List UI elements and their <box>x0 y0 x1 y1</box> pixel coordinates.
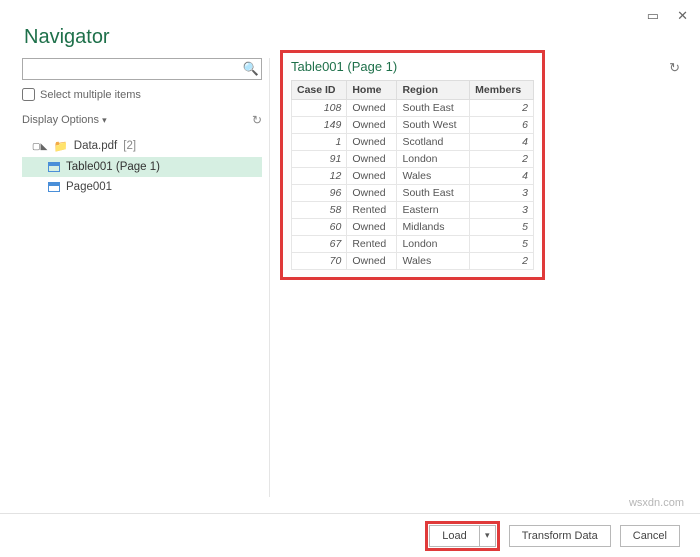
load-button-group: Load ▾ <box>425 521 499 551</box>
select-multiple-checkbox[interactable]: Select multiple items <box>22 88 262 101</box>
table-cell: Owned <box>347 100 397 117</box>
table-cell: 5 <box>470 219 534 236</box>
table-cell: Owned <box>347 168 397 185</box>
search-input-container[interactable]: 🔍 <box>22 58 262 80</box>
table-cell: Eastern <box>397 202 470 219</box>
tree-item-table001[interactable]: Table001 (Page 1) <box>22 157 262 177</box>
load-button[interactable]: Load <box>429 525 479 547</box>
preview-table: Case IDHomeRegionMembers 108OwnedSouth E… <box>291 80 534 270</box>
table-cell: 12 <box>292 168 347 185</box>
tree-item-label: Page001 <box>66 181 112 193</box>
table-cell: London <box>397 151 470 168</box>
table-cell: 2 <box>470 151 534 168</box>
table-row[interactable]: 67RentedLondon5 <box>292 236 534 253</box>
pane-divider <box>269 58 270 497</box>
tree-root-datapdf[interactable]: ▢◣ 📁 Data.pdf [2] <box>22 135 262 157</box>
table-cell: 1 <box>292 134 347 151</box>
caret-down-icon: ▢◣ <box>32 141 47 152</box>
table-cell: 91 <box>292 151 347 168</box>
chevron-down-icon: ▾ <box>102 115 107 125</box>
preview-refresh-icon[interactable]: ↻ <box>669 60 680 76</box>
tree-item-page001[interactable]: Page001 <box>22 177 262 197</box>
table-cell: Rented <box>347 236 397 253</box>
table-cell: Midlands <box>397 219 470 236</box>
table-cell: London <box>397 236 470 253</box>
table-cell: 5 <box>470 236 534 253</box>
table-cell: South East <box>397 100 470 117</box>
table-icon <box>48 182 60 192</box>
select-multiple-label: Select multiple items <box>40 89 141 101</box>
table-cell: South West <box>397 117 470 134</box>
tree-root-label: Data.pdf <box>74 140 117 152</box>
table-row[interactable]: 60OwnedMidlands5 <box>292 219 534 236</box>
dialog-title: Navigator <box>24 26 110 49</box>
select-multiple-checkbox-input[interactable] <box>22 88 35 101</box>
table-cell: 60 <box>292 219 347 236</box>
table-row[interactable]: 91OwnedLondon2 <box>292 151 534 168</box>
preview-pane: Table001 (Page 1) Case IDHomeRegionMembe… <box>280 50 545 280</box>
table-row[interactable]: 1OwnedScotland4 <box>292 134 534 151</box>
cancel-button[interactable]: Cancel <box>620 525 680 547</box>
table-cell: Owned <box>347 117 397 134</box>
table-cell: 2 <box>470 253 534 270</box>
table-cell: South East <box>397 185 470 202</box>
table-cell: 67 <box>292 236 347 253</box>
column-header[interactable]: Case ID <box>292 81 347 100</box>
table-cell: Wales <box>397 168 470 185</box>
display-options-label: Display Options <box>22 114 99 126</box>
search-input[interactable] <box>23 62 241 76</box>
refresh-icon[interactable]: ↻ <box>252 113 262 127</box>
table-cell: Owned <box>347 185 397 202</box>
table-cell: 149 <box>292 117 347 134</box>
tree-item-label: Table001 (Page 1) <box>66 161 160 173</box>
table-cell: 96 <box>292 185 347 202</box>
table-cell: 6 <box>470 117 534 134</box>
column-header[interactable]: Home <box>347 81 397 100</box>
table-cell: 3 <box>470 202 534 219</box>
table-cell: 4 <box>470 134 534 151</box>
nav-tree: ▢◣ 📁 Data.pdf [2] Table001 (Page 1) Page… <box>22 135 262 197</box>
transform-data-button[interactable]: Transform Data <box>509 525 611 547</box>
table-cell: 58 <box>292 202 347 219</box>
table-cell: Scotland <box>397 134 470 151</box>
window-restore-icon[interactable]: ▭ <box>647 8 659 24</box>
table-row[interactable]: 58RentedEastern3 <box>292 202 534 219</box>
column-header[interactable]: Region <box>397 81 470 100</box>
table-cell: Owned <box>347 253 397 270</box>
table-cell: 2 <box>470 100 534 117</box>
watermark-text: wsxdn.com <box>629 497 684 509</box>
table-row[interactable]: 96OwnedSouth East3 <box>292 185 534 202</box>
table-row[interactable]: 108OwnedSouth East2 <box>292 100 534 117</box>
dialog-footer: Load ▾ Transform Data Cancel <box>0 513 700 557</box>
table-row[interactable]: 12OwnedWales4 <box>292 168 534 185</box>
table-row[interactable]: 149OwnedSouth West6 <box>292 117 534 134</box>
table-cell: 4 <box>470 168 534 185</box>
preview-title: Table001 (Page 1) <box>291 59 534 74</box>
table-cell: Wales <box>397 253 470 270</box>
navigator-left-pane: 🔍 Select multiple items Display Options … <box>22 58 262 197</box>
table-cell: 70 <box>292 253 347 270</box>
display-options-dropdown[interactable]: Display Options ▾ <box>22 114 107 126</box>
search-icon[interactable]: 🔍 <box>241 61 261 77</box>
column-header[interactable]: Members <box>470 81 534 100</box>
table-cell: Owned <box>347 134 397 151</box>
close-icon[interactable]: ✕ <box>677 8 688 24</box>
load-dropdown-button[interactable]: ▾ <box>480 525 496 547</box>
table-cell: Owned <box>347 151 397 168</box>
tree-root-count: [2] <box>123 140 136 152</box>
table-cell: Owned <box>347 219 397 236</box>
table-row[interactable]: 70OwnedWales2 <box>292 253 534 270</box>
table-cell: Rented <box>347 202 397 219</box>
table-cell: 108 <box>292 100 347 117</box>
table-cell: 3 <box>470 185 534 202</box>
table-icon <box>48 162 60 172</box>
folder-icon: 📁 <box>53 139 67 153</box>
